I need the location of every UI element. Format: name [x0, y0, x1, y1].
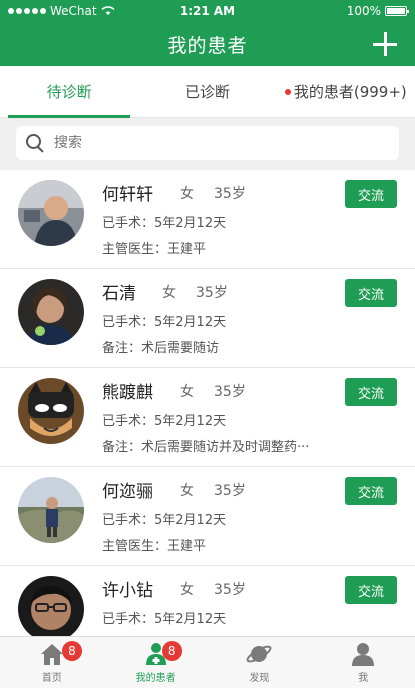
search-icon: [26, 134, 44, 152]
patient-age: 35岁: [196, 285, 228, 301]
tabbar-me[interactable]: 我: [311, 637, 415, 688]
carrier-info: WeChat: [8, 4, 115, 18]
search-area: [0, 118, 415, 170]
wifi-icon: [101, 6, 115, 15]
attending-doctor: 主管医生：王建平: [102, 539, 207, 554]
patient-gender: 女: [180, 483, 194, 499]
surgery-duration: 已手术：5年2月12天: [102, 216, 227, 231]
tabbar-label: 我的患者: [135, 673, 176, 684]
tabbar-label: 我: [358, 673, 369, 684]
patient-name: 何迩骊: [102, 482, 153, 502]
chat-button[interactable]: 交流: [345, 576, 397, 604]
attending-doctor: 主管医生：王建平: [102, 242, 207, 257]
search-input[interactable]: [54, 135, 399, 151]
planet-icon: [246, 645, 272, 663]
patient-list: 何轩轩 女 35岁 已手术：5年2月12天 主管医生：王建平 交流 石清 女 3…: [0, 170, 415, 636]
surgery-duration: 已手术：5年2月12天: [102, 513, 227, 528]
carrier-name: WeChat: [50, 4, 97, 18]
tabbar-my-patients[interactable]: 8 我的患者: [104, 637, 208, 688]
patient-age: 35岁: [214, 483, 246, 499]
tabbar-label: 首页: [41, 673, 62, 684]
tab-label: 待诊断: [46, 83, 92, 101]
patient-name: 许小钻: [102, 581, 153, 601]
surgery-duration: 已手术：5年2月12天: [102, 414, 227, 429]
unread-dot-icon: [284, 88, 291, 95]
patient-row[interactable]: 石清 女 35岁 已手术：5年2月12天 备注：术后需要随访 交流: [0, 269, 415, 368]
chat-button[interactable]: 交流: [345, 477, 397, 505]
patient-age: 35岁: [214, 582, 246, 598]
patient-name: 熊踱麒: [102, 383, 153, 403]
battery-icon: [385, 6, 409, 16]
tabbar-label: 发现: [249, 673, 270, 684]
tab-label: 我的患者(999+): [293, 83, 407, 101]
patient-row[interactable]: 何轩轩 女 35岁 已手术：5年2月12天 主管医生：王建平 交流: [0, 170, 415, 269]
patient-note: 备注：术后需要随访并及时调整药···: [102, 440, 310, 455]
battery-info: 100%: [346, 4, 409, 18]
person-icon: [352, 643, 375, 666]
patient-gender: 女: [180, 384, 194, 400]
patient-age: 35岁: [214, 384, 246, 400]
patient-age: 35岁: [214, 186, 246, 202]
tab-pending-diagnosis[interactable]: 待诊断: [0, 66, 138, 118]
chat-button[interactable]: 交流: [345, 180, 397, 208]
signal-dots-icon: [8, 8, 46, 14]
avatar: [18, 477, 84, 543]
page-title: 我的患者: [167, 34, 248, 57]
tab-diagnosed[interactable]: 已诊断: [138, 66, 276, 117]
avatar: [18, 378, 84, 444]
avatar: [18, 279, 84, 345]
patient-gender: 女: [180, 186, 194, 202]
search-box[interactable]: [16, 126, 399, 160]
tab-my-patients[interactable]: 我的患者(999+): [277, 66, 415, 117]
tabbar-home[interactable]: 8 首页: [0, 637, 104, 688]
tab-label: 已诊断: [184, 83, 230, 101]
surgery-duration: 已手术：5年2月12天: [102, 315, 227, 330]
patient-row[interactable]: 何迩骊 女 35岁 已手术：5年2月12天 主管医生：王建平 交流: [0, 467, 415, 566]
patient-row[interactable]: 许小钻 女 35岁 已手术：5年2月12天 交流: [0, 566, 415, 636]
patient-name: 石清: [102, 284, 136, 304]
navigation-bar: 我的患者: [0, 22, 415, 66]
chat-button[interactable]: 交流: [345, 279, 397, 307]
patient-gender: 女: [162, 285, 176, 301]
patients-badge: 8: [161, 641, 182, 661]
chat-button[interactable]: 交流: [345, 378, 397, 406]
battery-percent: 100%: [346, 4, 381, 18]
patient-gender: 女: [180, 582, 194, 598]
avatar: [18, 576, 84, 636]
bottom-tab-bar: 8 首页 8 我的患者 发现 我: [0, 636, 415, 688]
tabbar-discover[interactable]: 发现: [208, 637, 312, 688]
patient-name: 何轩轩: [102, 185, 153, 205]
avatar: [18, 180, 84, 246]
surgery-duration: 已手术：5年2月12天: [102, 612, 227, 627]
patient-note: 备注：术后需要随访: [102, 341, 220, 356]
status-bar: WeChat 1:21 AM 100%: [0, 0, 415, 22]
home-badge: 8: [62, 641, 82, 661]
tab-bar-top: 待诊断 已诊断 我的患者(999+): [0, 66, 415, 118]
add-button[interactable]: [371, 30, 399, 58]
patient-row[interactable]: 熊踱麒 女 35岁 已手术：5年2月12天 备注：术后需要随访并及时调整药···…: [0, 368, 415, 467]
